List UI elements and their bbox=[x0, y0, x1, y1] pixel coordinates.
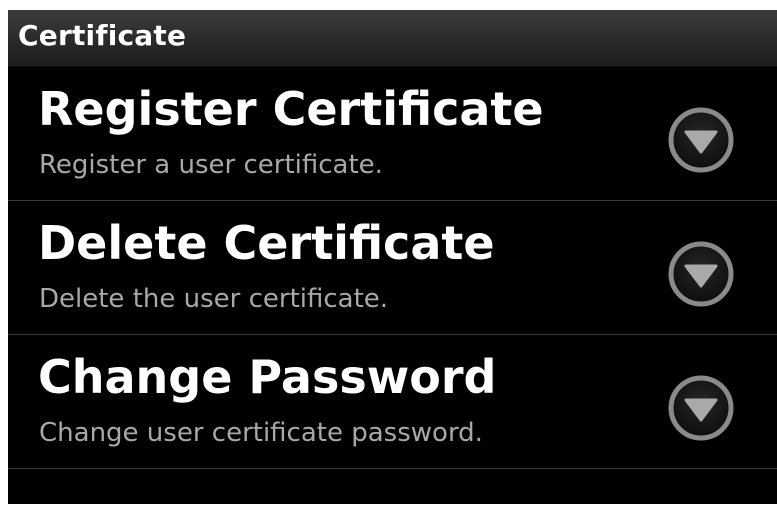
item-summary: Change user certificate password. bbox=[39, 418, 483, 448]
chevron-down-circle-icon[interactable] bbox=[666, 105, 736, 175]
list-item-delete-certificate[interactable]: Delete Certificate Delete the user certi… bbox=[8, 201, 777, 335]
chevron-down-circle-icon[interactable] bbox=[666, 239, 736, 309]
screen: Certificate Register Certificate Registe… bbox=[8, 10, 777, 504]
item-title: Delete Certificate bbox=[38, 216, 495, 270]
list-item-change-password[interactable]: Change Password Change user certificate … bbox=[8, 335, 777, 469]
item-title: Register Certificate bbox=[38, 82, 544, 136]
item-summary: Delete the user certificate. bbox=[39, 284, 389, 314]
list-item-register-certificate[interactable]: Register Certificate Register a user cer… bbox=[8, 67, 777, 201]
item-summary: Register a user certificate. bbox=[39, 150, 383, 180]
title-bar: Certificate bbox=[8, 10, 777, 67]
preference-list: Register Certificate Register a user cer… bbox=[8, 67, 777, 469]
chevron-down-circle-icon[interactable] bbox=[666, 373, 736, 443]
item-title: Change Password bbox=[38, 350, 497, 404]
page-title: Certificate bbox=[18, 19, 187, 52]
